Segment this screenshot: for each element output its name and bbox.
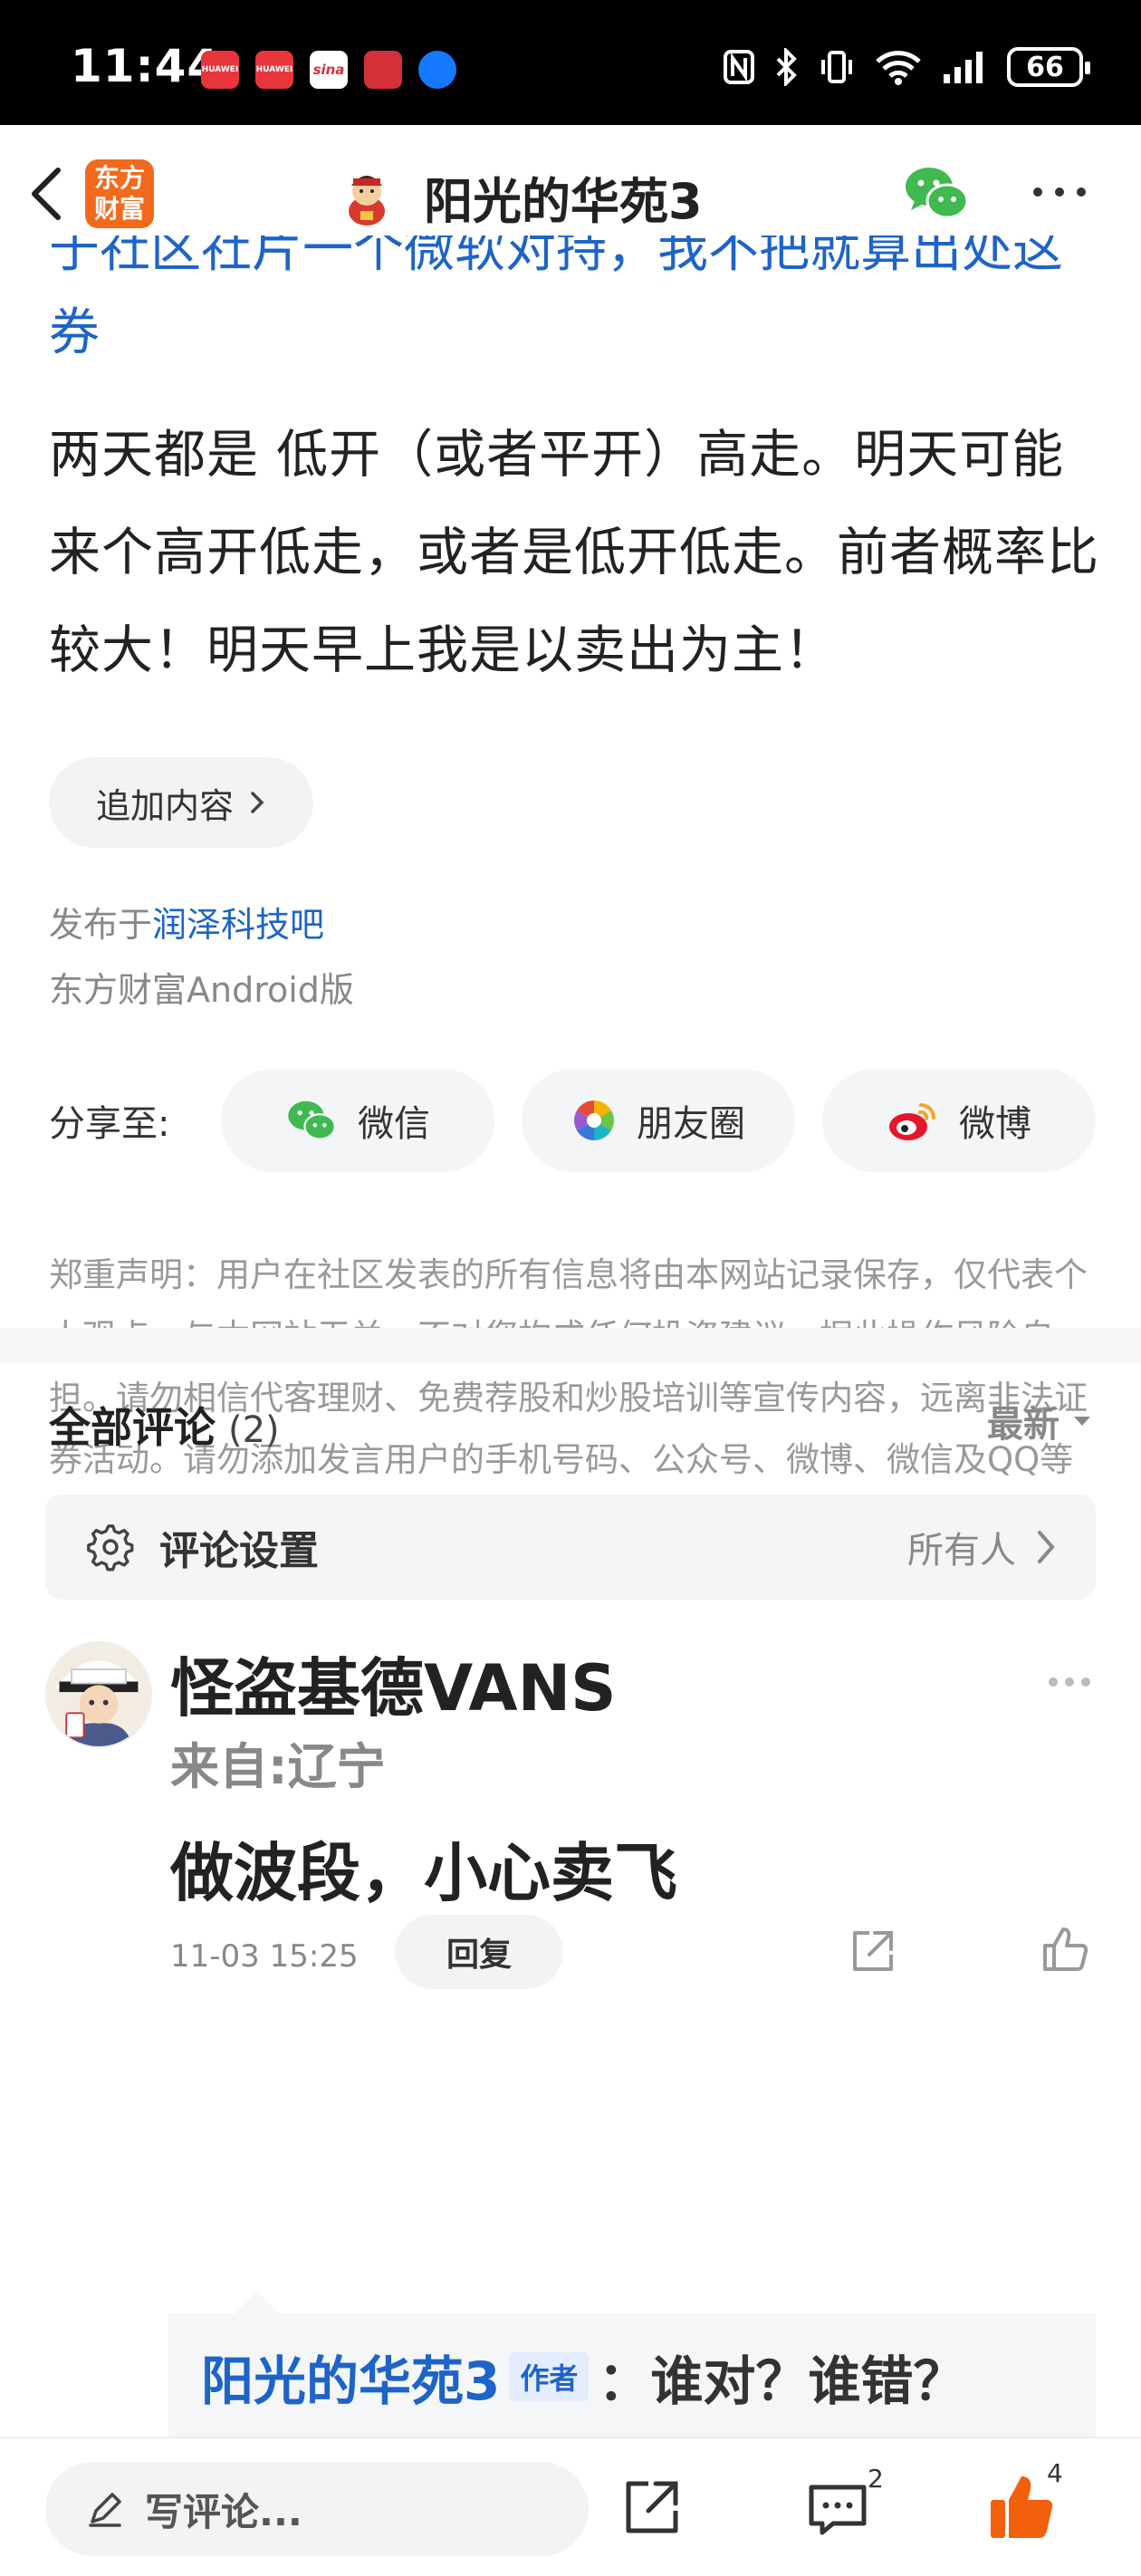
huawei-app-icon: HUAWEI: [201, 51, 239, 89]
share-icon[interactable]: [848, 1927, 896, 1976]
bluetooth-icon: [776, 48, 797, 86]
comment-settings-value: 所有人: [907, 1530, 1016, 1572]
share-moments-label: 朋友圈: [637, 1103, 745, 1145]
comments-header: 全部评论 (2): [49, 1395, 280, 1455]
client-info: 东方财富Android版: [49, 970, 354, 1010]
sub-reply-author[interactable]: 阳光的华苑3: [201, 2339, 500, 2415]
comment-time: 11-03 15:25: [170, 1938, 359, 1975]
post-partial-line: 于社区社片一个微软对持，我不把就算出处这: [49, 235, 1063, 279]
sub-reply-content: 阳光的华苑3 作者 ：谁对？谁错？: [201, 2339, 965, 2415]
moments-icon: [574, 1101, 614, 1140]
comment-more-icon[interactable]: [1047, 1676, 1092, 1688]
wechat-icon: [288, 1101, 336, 1140]
sub-reply-text: ：谁对？谁错？: [598, 2350, 966, 2412]
publish-prefix: 发布于: [49, 905, 153, 945]
header-title-group[interactable]: 阳光的华苑3: [335, 161, 703, 233]
comment-icon[interactable]: [806, 2480, 869, 2538]
pencil-icon: [89, 2493, 121, 2527]
share-wechat-label: 微信: [358, 1103, 430, 1145]
chevron-right-icon: [1038, 1531, 1055, 1563]
share-label: 分享至:: [49, 1103, 170, 1145]
comment-settings-label: 评论设置: [159, 1528, 319, 1574]
gear-icon: [87, 1524, 134, 1572]
commenter-avatar[interactable]: [45, 1641, 152, 1748]
commenter-location: 来自:辽宁: [170, 1738, 386, 1795]
comments-count: (2): [228, 1409, 280, 1451]
write-comment-input[interactable]: 写评论...: [45, 2462, 589, 2556]
caret-down-icon: [1074, 1417, 1090, 1426]
append-content-label: 追加内容: [96, 785, 235, 826]
vibrate-icon: [821, 51, 852, 83]
post-body-text: 两天都是 低开（或者平开）高走。明天可能来个高开低走，或者是低开低走。前者概率比…: [49, 425, 1099, 680]
share-row: 分享至: 微信 朋友圈 微博: [49, 1069, 1099, 1172]
thumbs-up-icon[interactable]: [1040, 1924, 1090, 1975]
post-link-tail[interactable]: 券: [49, 292, 100, 365]
comment-text: 做波段，小心卖飞: [170, 1836, 677, 1910]
wifi-icon: [876, 51, 921, 85]
comments-title: 全部评论: [49, 1403, 216, 1452]
browser-app-icon: [418, 51, 456, 89]
status-bar: 11:44 HUAWEI HUAWEI sina 66: [0, 0, 1141, 125]
more-options-icon[interactable]: [1031, 183, 1088, 201]
sort-label: 最新: [987, 1404, 1060, 1446]
author-badge: 作者: [509, 2352, 590, 2401]
share-icon[interactable]: [623, 2478, 681, 2536]
comment-count: 2: [868, 2464, 884, 2494]
status-indicators: 66: [723, 47, 1090, 87]
write-comment-placeholder: 写评论...: [145, 2489, 302, 2534]
share-wechat-button[interactable]: 微信: [221, 1069, 494, 1172]
forum-link[interactable]: 润泽科技吧: [152, 905, 324, 945]
chevron-right-icon: [251, 792, 264, 813]
status-app-icons: HUAWEI HUAWEI sina: [201, 51, 456, 89]
back-arrow-icon[interactable]: [22, 165, 76, 223]
thumbs-up-filled-icon[interactable]: [987, 2471, 1054, 2542]
share-weibo-label: 微博: [959, 1103, 1031, 1145]
nfc-icon: [724, 50, 754, 84]
page-title: 阳光的华苑3: [424, 173, 703, 230]
bottom-action-bar: 写评论... 2 4: [0, 2437, 1141, 2576]
comment-settings-row[interactable]: 评论设置 所有人: [45, 1495, 1096, 1600]
huawei-app-icon: HUAWEI: [255, 51, 293, 89]
section-divider: [0, 1328, 1141, 1362]
wechat-icon[interactable]: [902, 163, 971, 223]
sina-app-icon: sina: [310, 51, 348, 89]
signal-icon: [944, 52, 983, 83]
status-time: 11:44: [71, 40, 220, 92]
commenter-name[interactable]: 怪盗基德VANS: [170, 1638, 617, 1729]
publish-info: 发布于润泽科技吧: [49, 897, 324, 947]
gift-app-icon: [364, 51, 402, 89]
author-avatar-icon: [335, 165, 398, 229]
share-moments-button[interactable]: 朋友圈: [522, 1069, 795, 1172]
sort-dropdown[interactable]: 最新: [987, 1395, 1092, 1447]
like-count: 4: [1047, 2458, 1063, 2488]
battery-indicator: 66: [1007, 47, 1090, 87]
append-content-button[interactable]: 追加内容: [49, 757, 314, 848]
weibo-icon: [889, 1103, 935, 1140]
sub-reply-box[interactable]: 阳光的华苑3 作者 ：谁对？谁错？: [168, 2313, 1096, 2442]
reply-button[interactable]: 回复: [395, 1915, 563, 1989]
app-logo[interactable]: 东方财富: [85, 159, 154, 228]
sub-reply-pointer: [235, 2292, 279, 2313]
share-weibo-button[interactable]: 微博: [822, 1069, 1096, 1172]
